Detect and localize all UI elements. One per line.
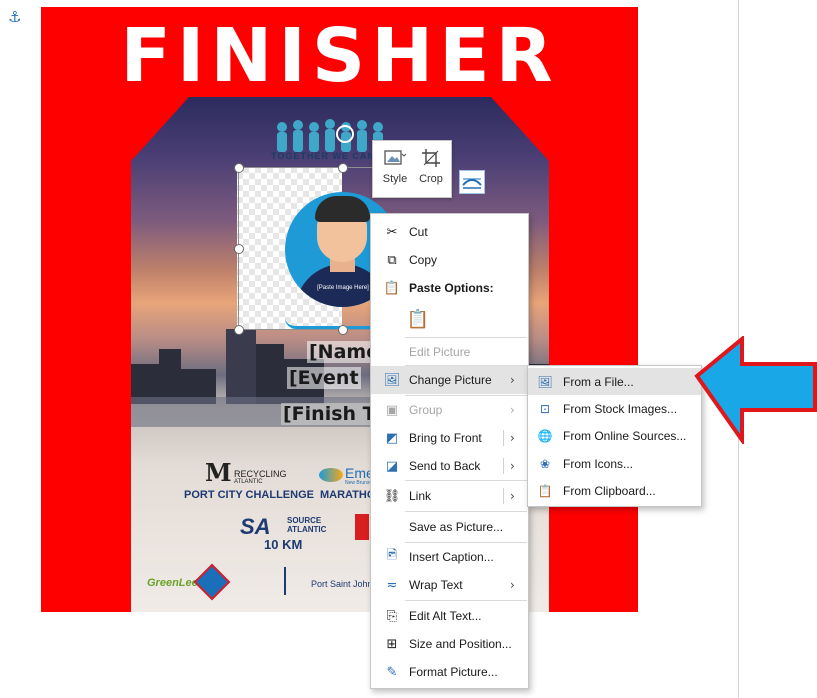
mini-toolbar: Style Crop [372, 140, 452, 198]
submenu-item-from-clipboard[interactable]: 📋 From Clipboard... [528, 477, 701, 504]
ribbon-wave [285, 318, 380, 329]
resize-handle-top[interactable] [338, 163, 348, 173]
menu-item-format-picture[interactable]: ✎ Format Picture... [371, 658, 528, 686]
anchor-icon: ⚓ [8, 8, 22, 26]
menu-item-bring-to-front[interactable]: ◩ Bring to Front › [371, 424, 528, 452]
menu-item-save-as-picture[interactable]: Save as Picture... [371, 513, 528, 541]
chevron-right-icon: › [510, 373, 515, 387]
menu-item-copy[interactable]: ⧉ Copy [371, 246, 528, 274]
crop-button[interactable]: Crop [413, 143, 449, 193]
style-label: Style [382, 173, 408, 185]
change-picture-icon: 🖼 [383, 372, 401, 388]
crop-icon [422, 149, 440, 167]
event-placeholder[interactable]: [Event [287, 366, 361, 390]
clipboard-icon: 📋 [537, 484, 553, 498]
resize-handle-top-left[interactable] [234, 163, 244, 173]
icons-icon: ❀ [539, 457, 551, 471]
submenu-item-online-sources[interactable]: 🌐 From Online Sources... [528, 422, 701, 449]
menu-separator [405, 600, 527, 601]
bring-front-icon: ◩ [385, 430, 399, 446]
recycling-label: RECYCLING [234, 469, 287, 479]
menu-item-link[interactable]: ⛓ Link › [371, 482, 528, 510]
annotation-arrow-icon [694, 336, 817, 444]
menu-item-insert-caption[interactable]: 🖻 Insert Caption... [371, 543, 528, 571]
crop-label: Crop [419, 173, 443, 185]
from-file-icon: 🖼 [537, 375, 553, 389]
alt-text-icon: ⎘ [386, 608, 398, 624]
change-picture-submenu: 🖼 From a File... ⊡ From Stock Images... … [527, 365, 702, 507]
recycling-atlantic-logo-icon: M [205, 458, 232, 487]
submenu-item-from-icons[interactable]: ❀ From Icons... [528, 450, 701, 477]
source-label: SOURCE [287, 516, 322, 525]
chevron-right-icon: › [510, 578, 515, 592]
wrap-text-icon: ≂ [386, 577, 398, 593]
resize-handle-bottom[interactable] [338, 325, 348, 335]
context-menu: ✂ Cut ⧉ Copy 📋 Paste Options: 📋 Edit Pic… [370, 213, 529, 689]
resize-handle-bottom-left[interactable] [234, 325, 244, 335]
group-icon: ▣ [385, 402, 399, 418]
submenu-item-stock-images[interactable]: ⊡ From Stock Images... [528, 395, 701, 422]
atlantic-label: ATLANTIC [234, 479, 263, 485]
menu-item-group: ▣ Group › [371, 396, 528, 424]
link-icon: ⛓ [383, 488, 401, 504]
online-sources-icon: 🌐 [537, 429, 553, 443]
copy-icon: ⧉ [387, 252, 397, 268]
menu-item-wrap-text[interactable]: ≂ Wrap Text › [371, 571, 528, 599]
poster-title: FINISHER [120, 13, 559, 99]
menu-item-size-and-position[interactable]: ⊞ Size and Position... [371, 630, 528, 658]
menu-separator [405, 511, 527, 512]
menu-item-change-picture[interactable]: 🖼 Change Picture › [371, 366, 528, 394]
chevron-right-icon[interactable]: › [510, 489, 515, 503]
ten-km-label: 10 KM [264, 537, 303, 552]
greenlee-logo: GreenLee [147, 577, 198, 589]
style-button[interactable]: Style [377, 143, 413, 193]
submenu-item-from-file[interactable]: 🖼 From a File... [528, 368, 701, 395]
chevron-right-icon[interactable]: › [510, 431, 515, 445]
size-position-icon: ⊞ [386, 636, 398, 652]
menu-item-edit-picture: Edit Picture [409, 345, 471, 359]
insert-caption-icon: 🖻 [386, 548, 398, 563]
stock-images-icon: ⊡ [539, 402, 551, 416]
emera-logo-icon [319, 468, 343, 482]
paste-keep-source-button[interactable]: 📋 [371, 304, 528, 334]
eme-sub-label: New Brunsw [345, 480, 374, 486]
marathon-label: MARATHO [320, 489, 376, 501]
menu-item-cut[interactable]: ✂ Cut [371, 218, 528, 246]
format-picture-icon: ✎ [386, 664, 398, 680]
port-saint-john-logo: Port Saint John [311, 579, 373, 589]
layout-options-icon [462, 178, 482, 189]
finish-time-placeholder[interactable]: [Finish Ti [281, 402, 385, 426]
clipboard-icon: 📋 [383, 280, 401, 296]
rotate-handle-icon[interactable] [336, 125, 354, 143]
send-back-icon: ◪ [385, 458, 399, 474]
layout-options-button[interactable] [459, 170, 485, 194]
lighthouse-logo-icon [284, 567, 286, 595]
red-sponsor-logo-icon [355, 514, 369, 540]
menu-separator [405, 480, 527, 481]
chevron-right-icon[interactable]: › [510, 459, 515, 473]
style-icon [384, 150, 407, 165]
atlantic-source-label: ATLANTIC [287, 525, 327, 534]
menu-item-paste-options: 📋 Paste Options: [383, 280, 494, 296]
selection-border-top [238, 167, 372, 168]
menu-item-send-to-back[interactable]: ◪ Send to Back › [371, 452, 528, 480]
resize-handle-left[interactable] [234, 244, 244, 254]
scissors-icon: ✂ [386, 224, 398, 240]
chevron-right-icon: › [510, 403, 515, 417]
paste-keep-icon: 📋 [406, 308, 430, 330]
selection-border-bottom [238, 329, 372, 330]
menu-item-edit-alt-text[interactable]: ⎘ Edit Alt Text... [371, 602, 528, 630]
port-city-challenge: PORT CITY CHALLENGE [184, 489, 314, 501]
